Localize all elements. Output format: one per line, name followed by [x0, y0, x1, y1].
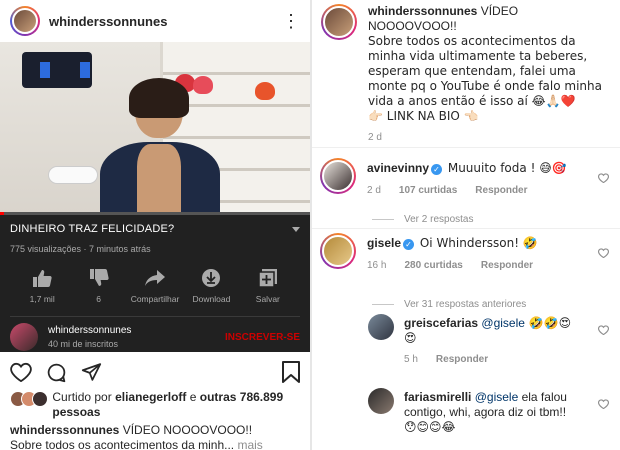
liked-by-prefix: Curtido por: [52, 390, 116, 404]
heart-icon: [10, 362, 32, 382]
liked-by-user[interactable]: elianegerloff: [115, 390, 186, 404]
link-in-bio: 👉🏻 LINK NA BIO 👈🏻: [368, 109, 479, 123]
post-actions-bar: [0, 356, 310, 388]
commenter-avatar[interactable]: [368, 314, 394, 340]
comment-icon: [47, 363, 66, 382]
comment-likes[interactable]: 280 curtidas: [404, 258, 462, 273]
like-comment-heart-icon[interactable]: [598, 324, 609, 338]
commenter-avatar[interactable]: [368, 388, 394, 414]
comment-text: Sobre todos os acontecimentos da minha v…: [368, 34, 602, 108]
verified-badge-icon: ✓: [403, 239, 415, 250]
video-title: DINHEIRO TRAZ FELICIDADE?: [10, 223, 175, 235]
channel-subscribers: 40 mi de inscritos: [48, 339, 119, 349]
post-author-username[interactable]: whinderssonnunes: [49, 14, 167, 29]
save-video-button[interactable]: Salvar: [240, 268, 296, 304]
view-replies-link[interactable]: Ver 2 respostas: [312, 193, 620, 228]
channel-name[interactable]: whinderssonnunes: [48, 325, 131, 336]
expand-description-icon[interactable]: [292, 227, 300, 232]
comments-panel: whinderssonnunes VÍDEO NOOOOVOOO!! Sobre…: [312, 0, 620, 450]
dislike-video-button[interactable]: 6: [70, 268, 126, 304]
divider: [10, 316, 300, 317]
comment-time: 2 d: [368, 132, 382, 143]
thumbs-down-icon: [89, 269, 109, 286]
share-post-button[interactable]: [81, 362, 102, 382]
thumbs-up-icon: [33, 270, 52, 287]
post-author-avatar[interactable]: [10, 6, 40, 36]
reply-item: fariasmirelli @gisele ela falou contigo,…: [312, 386, 620, 446]
comment-text-continued: 😍: [404, 331, 417, 345]
comment-text: Muuuito foda ! 😅🎯: [444, 161, 567, 175]
youtube-screenshot: DINHEIRO TRAZ FELICIDADE? 775 visualizaç…: [0, 42, 310, 352]
reply-item: greiscefarias @gisele 🤣🤣😍 😍 5 h Responder: [312, 312, 620, 386]
caption-comment: whinderssonnunes VÍDEO NOOOOVOOO!! Sobre…: [312, 0, 620, 148]
like-comment-heart-icon[interactable]: [598, 247, 609, 261]
reply-button[interactable]: Responder: [475, 183, 527, 198]
liked-by-row: Curtido por elianegerloff e outras 786.8…: [10, 390, 310, 420]
caption-more-link[interactable]: mais: [234, 438, 262, 450]
comment-likes[interactable]: 107 curtidas: [399, 183, 457, 198]
video-meta: 775 visualizações · 7 minutos atrás: [10, 244, 151, 254]
save-post-button[interactable]: [282, 361, 300, 383]
verified-badge-icon: ✓: [431, 164, 443, 175]
commenter-avatar[interactable]: [320, 233, 356, 269]
instagram-post-panel: whinderssonnunes ⋮ DINHEIRO TRAZ FELICID…: [0, 0, 310, 450]
comment-mention[interactable]: @gisele: [471, 390, 519, 404]
caption-username[interactable]: whinderssonnunes: [10, 423, 119, 437]
download-icon: [202, 269, 221, 287]
comment-button[interactable]: [46, 362, 67, 383]
comment-time: 16 h: [367, 260, 387, 271]
bookmark-icon: [282, 361, 300, 383]
commenter-avatar[interactable]: [320, 158, 356, 194]
caption-headline: VÍDEO NOOOOVOOO!!: [119, 423, 253, 437]
comment-username[interactable]: fariasmirelli: [404, 390, 471, 404]
comment-text: Oi Whindersson! 🤣: [416, 236, 538, 250]
save-playlist-icon: [258, 269, 277, 287]
skateboard: [48, 166, 98, 184]
comment-item: gisele ✓ Oi Whindersson! 🤣 16 h 280 curti…: [312, 228, 620, 282]
comment-time: 5 h: [404, 354, 418, 365]
view-previous-replies-link[interactable]: Ver 31 respostas anteriores: [312, 282, 620, 312]
comment-text-continued: 😯😊😊😂: [404, 420, 456, 434]
channel-avatar[interactable]: [10, 323, 38, 351]
share-icon: [145, 270, 166, 286]
post-caption: whinderssonnunes VÍDEO NOOOOVOOO!! Sobre…: [10, 423, 310, 450]
video-person: [95, 78, 225, 215]
reply-button[interactable]: Responder: [436, 352, 488, 367]
like-comment-heart-icon[interactable]: [598, 172, 609, 186]
video-thumbnail[interactable]: [0, 42, 310, 215]
comment-username[interactable]: greiscefarias: [404, 316, 478, 330]
comment-mention[interactable]: @gisele: [478, 316, 525, 330]
comment-time: 2 d: [367, 185, 381, 196]
comment-text: 🤣🤣😍: [524, 316, 572, 330]
post-header: whinderssonnunes ⋮: [0, 0, 310, 42]
comment-username[interactable]: avinevinny: [367, 161, 429, 175]
commenter-avatar[interactable]: [321, 4, 357, 40]
comment-username[interactable]: gisele: [367, 236, 401, 250]
like-post-button[interactable]: [10, 362, 32, 382]
reply-button[interactable]: Responder: [481, 258, 533, 273]
like-comment-heart-icon[interactable]: [598, 398, 609, 412]
caption-preview: Sobre todos os acontecimentos da minh...: [10, 438, 235, 450]
more-options-icon[interactable]: ⋮: [282, 12, 300, 30]
comment-username[interactable]: whinderssonnunes: [368, 4, 477, 18]
channel-row: whinderssonnunes 40 mi de inscritos INSC…: [0, 317, 310, 357]
subscribe-button[interactable]: INSCREVER-SE: [225, 332, 300, 343]
liked-by-avatars[interactable]: [10, 391, 48, 407]
like-video-button[interactable]: 1,7 mil: [14, 268, 70, 304]
shelf-box: [22, 52, 92, 88]
share-video-button[interactable]: Compartilhar: [127, 268, 183, 304]
comment-item: avinevinny ✓ Muuuito foda ! 😅🎯 2 d 107 cu…: [312, 148, 620, 196]
download-video-button[interactable]: Download: [183, 268, 239, 304]
send-icon: [81, 363, 102, 381]
